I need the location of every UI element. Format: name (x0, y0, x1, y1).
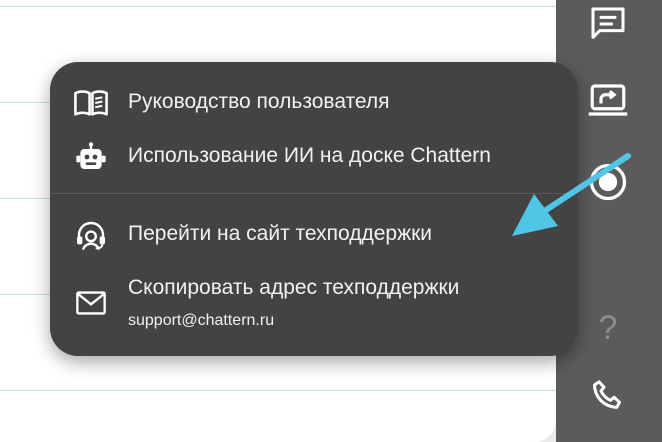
menu-item-user-guide[interactable]: Руководство пользователя (50, 80, 578, 126)
screen-share-button[interactable] (584, 76, 632, 124)
menu-item-label: Использование ИИ на доске Chattern (128, 144, 491, 167)
support-email-text: support@chattern.ru (128, 312, 275, 329)
menu-item-support-site[interactable]: Перейти на сайт техподдержки (50, 212, 578, 258)
chat-button[interactable] (584, 0, 632, 48)
robot-icon (74, 140, 108, 174)
chat-icon (591, 7, 625, 39)
menu-item-label: Перейти на сайт техподдержки (128, 222, 433, 245)
menu-item-copy-support-email[interactable]: Скопировать адрес техподдержки support@c… (50, 268, 578, 338)
menu-divider (50, 193, 578, 194)
annotation-arrow-icon (512, 153, 631, 236)
help-button[interactable]: ? (584, 304, 632, 352)
menu-item-label: Скопировать адрес техподдержки (128, 276, 460, 299)
grid-line (0, 390, 556, 391)
grid-line (0, 6, 556, 7)
menu-item-ai-usage[interactable]: Использование ИИ на доске Chattern (50, 134, 578, 180)
call-button[interactable] (584, 372, 632, 420)
phone-icon (593, 380, 621, 409)
help-menu-popover: Руководство пользователя Использование И… (50, 62, 578, 356)
mail-icon (74, 286, 108, 320)
book-open-icon (74, 86, 108, 120)
menu-item-label: Руководство пользователя (128, 90, 390, 113)
screen-share-icon (588, 84, 628, 116)
headset-icon (74, 218, 108, 252)
help-icon: ? (598, 309, 618, 347)
